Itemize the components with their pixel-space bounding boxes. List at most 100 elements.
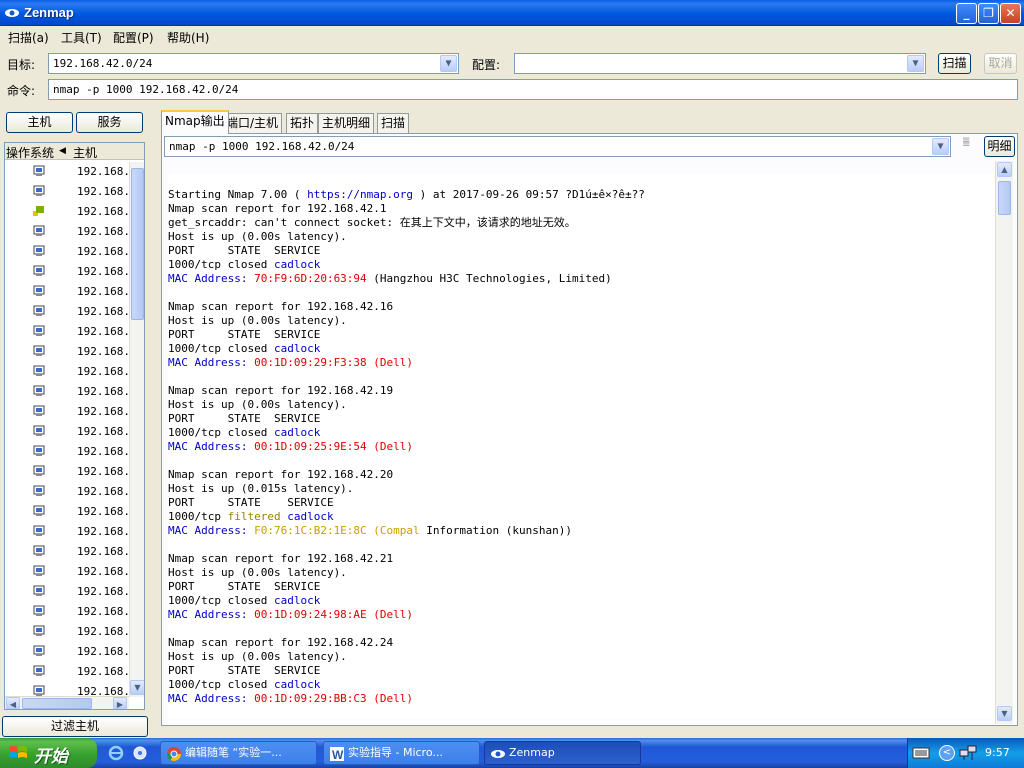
- tab-ports-hosts[interactable]: 端口/主机: [222, 113, 283, 134]
- host-ip: 192.168.4: [77, 345, 137, 358]
- host-row[interactable]: 192.168.4: [5, 602, 137, 622]
- cancel-button[interactable]: 取消: [984, 53, 1017, 74]
- target-dropdown-button[interactable]: ▼: [440, 55, 457, 72]
- taskbar-item-word[interactable]: W 实验指导 - Micro...: [323, 741, 480, 765]
- host-ip: 192.168.4: [77, 605, 137, 618]
- target-input[interactable]: 192.168.42.0/24 ▼: [48, 53, 459, 74]
- host-row[interactable]: 192.168.4: [5, 482, 137, 502]
- tab-host-details[interactable]: 主机明细: [318, 113, 375, 134]
- output-scroll-thumb[interactable]: [998, 181, 1011, 215]
- host-row[interactable]: 192.168.4: [5, 662, 137, 682]
- details-button[interactable]: 明细: [984, 136, 1015, 157]
- host-ip: 192.168.4: [77, 365, 137, 378]
- scroll-down-icon[interactable]: ▼: [130, 680, 144, 695]
- host-row[interactable]: 192.168.4: [5, 202, 137, 222]
- host-row[interactable]: 192.168.4: [5, 562, 137, 582]
- output-line: Host is up (0.00s latency).: [168, 566, 347, 579]
- host-row[interactable]: 192.168.4: [5, 182, 137, 202]
- host-list-hscrollbar[interactable]: ◀ ▶: [5, 696, 129, 709]
- windows-os-icon: [33, 285, 45, 297]
- column-host[interactable]: 主机: [73, 144, 97, 161]
- host-row[interactable]: 192.168.4: [5, 502, 137, 522]
- column-os[interactable]: 操作系统: [6, 144, 54, 161]
- host-row[interactable]: 192.168.4: [5, 302, 137, 322]
- host-ip: 192.168.4: [77, 205, 137, 218]
- output-line: MAC Address: 00:1D:09:25:9E:54 (Dell): [168, 440, 414, 453]
- host-row[interactable]: 192.168.4: [5, 402, 137, 422]
- host-row[interactable]: 192.168.4: [5, 162, 137, 182]
- host-row[interactable]: 192.168.4: [5, 262, 137, 282]
- output-line: Starting Nmap 7.00 ( https://nmap.org ) …: [168, 188, 645, 201]
- host-list-header: 操作系统 ◀ 主机: [5, 143, 144, 160]
- output-line: Host is up (0.00s latency).: [168, 650, 347, 663]
- maximize-button[interactable]: ❐: [978, 3, 999, 24]
- scan-selector-dropdown-button[interactable]: ▼: [932, 138, 949, 155]
- separator-grip-icon: ≡ ≡: [962, 135, 971, 150]
- output-line: Nmap scan report for 192.168.42.19: [168, 384, 394, 397]
- scroll-right-icon[interactable]: ▶: [113, 697, 127, 709]
- start-button[interactable]: 开始: [0, 738, 97, 768]
- host-row[interactable]: 192.168.4: [5, 382, 137, 402]
- windows-os-icon: [33, 165, 45, 177]
- browser-quicklaunch-icon[interactable]: [132, 745, 148, 761]
- host-row[interactable]: 192.168.4: [5, 242, 137, 262]
- menu-profile[interactable]: 配置(P): [113, 29, 154, 46]
- ie-quicklaunch-icon[interactable]: [108, 745, 124, 761]
- output-scroll-down-icon[interactable]: ▼: [997, 706, 1012, 721]
- host-row[interactable]: 192.168.4: [5, 342, 137, 362]
- host-list-scrollbar[interactable]: ▼: [129, 162, 144, 697]
- scan-selector[interactable]: nmap -p 1000 192.168.42.0/24 ▼: [164, 136, 951, 157]
- tab-topology[interactable]: 拓扑: [286, 113, 319, 134]
- hosts-button[interactable]: 主机: [6, 112, 73, 133]
- scan-button[interactable]: 扫描: [938, 53, 971, 74]
- host-ip: 192.168.4: [77, 185, 137, 198]
- windows-os-icon: [33, 525, 45, 537]
- host-row[interactable]: 192.168.4: [5, 362, 137, 382]
- output-line: Host is up (0.00s latency).: [168, 230, 347, 243]
- host-ip: 192.168.4: [77, 285, 137, 298]
- host-row[interactable]: 192.168.4: [5, 542, 137, 562]
- menu-tools[interactable]: 工具(T): [61, 29, 102, 46]
- taskbar-item-word-label: 实验指导 - Micro...: [348, 746, 443, 759]
- host-row[interactable]: 192.168.4: [5, 322, 137, 342]
- host-list-scroll-thumb[interactable]: [131, 168, 144, 320]
- output-line: Host is up (0.00s latency).: [168, 398, 347, 411]
- taskbar-item-blog[interactable]: 编辑随笔 “实验一...: [160, 741, 317, 765]
- host-row[interactable]: 192.168.4: [5, 442, 137, 462]
- filter-hosts-button[interactable]: 过滤主机: [2, 716, 148, 737]
- host-row[interactable]: 192.168.4: [5, 622, 137, 642]
- close-button[interactable]: ✕: [1000, 3, 1021, 24]
- profile-select[interactable]: ▼: [514, 53, 926, 74]
- output-line: MAC Address: 00:1D:09:24:98:AE (Dell): [168, 608, 414, 621]
- profile-dropdown-button[interactable]: ▼: [907, 55, 924, 72]
- host-row[interactable]: 192.168.4: [5, 642, 137, 662]
- output-scroll-up-icon[interactable]: ▲: [997, 162, 1012, 177]
- host-row[interactable]: 192.168.4: [5, 522, 137, 542]
- svg-text:W: W: [332, 748, 344, 762]
- tab-nmap-output[interactable]: Nmap输出: [161, 110, 229, 134]
- host-ip: 192.168.4: [77, 645, 137, 658]
- output-line: PORT STATE SERVICE: [168, 244, 321, 257]
- host-row[interactable]: 192.168.4: [5, 282, 137, 302]
- windows-os-icon: [33, 425, 45, 437]
- host-list-hscroll-thumb[interactable]: [22, 698, 92, 709]
- menu-scan[interactable]: 扫描(a): [8, 29, 49, 46]
- host-row[interactable]: 192.168.4: [5, 462, 137, 482]
- command-input[interactable]: nmap -p 1000 192.168.42.0/24: [48, 79, 1018, 100]
- taskbar-item-blog-label: 编辑随笔 “实验一...: [185, 746, 282, 759]
- output-scrollbar[interactable]: ▲ ▼: [995, 161, 1013, 724]
- services-button[interactable]: 服务: [76, 112, 143, 133]
- host-row[interactable]: 192.168.4: [5, 422, 137, 442]
- menu-help[interactable]: 帮助(H): [167, 29, 209, 46]
- keyboard-icon[interactable]: [912, 746, 930, 760]
- host-row[interactable]: 192.168.4: [5, 222, 137, 242]
- tab-scans[interactable]: 扫描: [377, 113, 410, 134]
- taskbar-item-zenmap[interactable]: Zenmap: [484, 741, 641, 765]
- network-icon[interactable]: [959, 744, 977, 762]
- show-hidden-icons-icon[interactable]: <: [939, 745, 955, 761]
- host-row[interactable]: 192.168.4: [5, 582, 137, 602]
- scroll-left-icon[interactable]: ◀: [6, 697, 20, 709]
- minimize-button[interactable]: _: [956, 3, 977, 24]
